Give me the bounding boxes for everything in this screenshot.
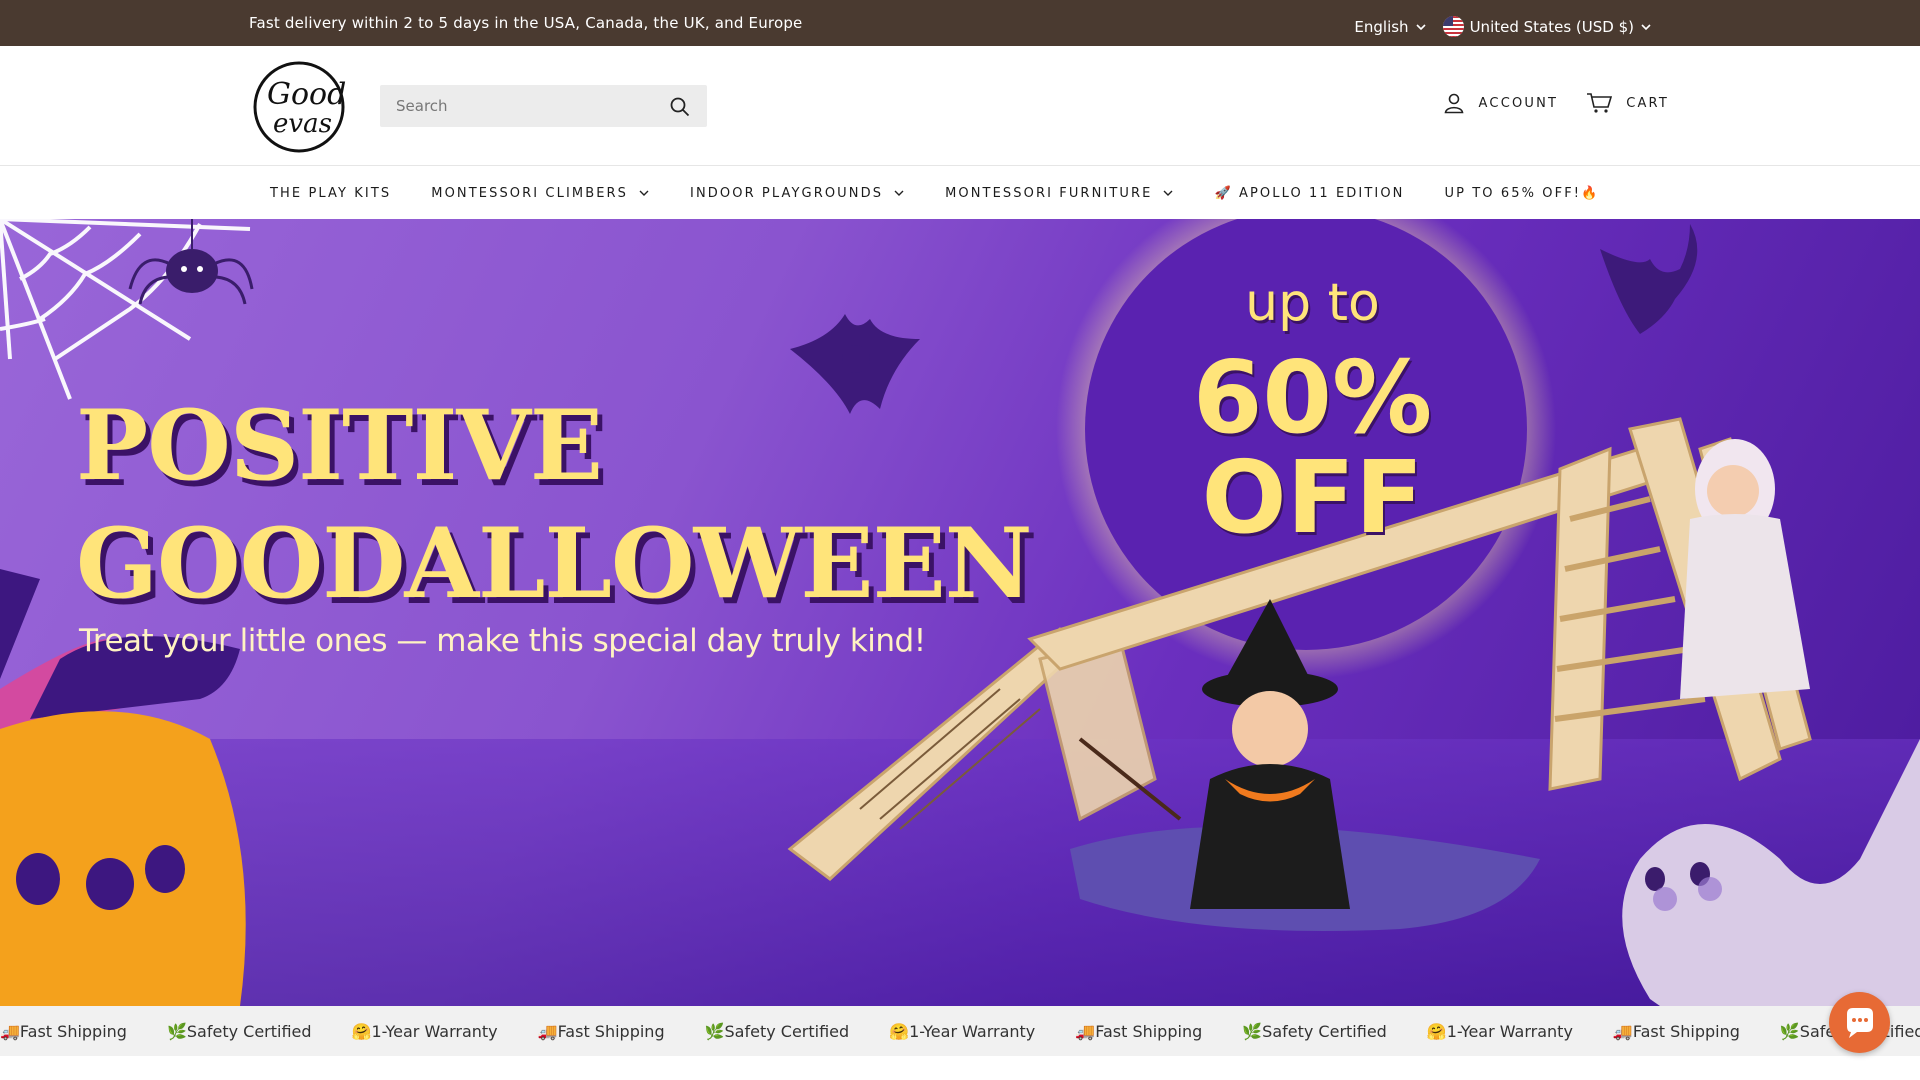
- feature-item: 🌿Safety Certified: [1242, 1021, 1387, 1041]
- feature-item: 🌿Safety Certified: [166, 1021, 312, 1041]
- chevron-down-icon: [1641, 23, 1651, 30]
- chevron-down-icon: [1416, 23, 1426, 30]
- main-nav: THE PLAY KITS MONTESSORI CLIMBERS INDOOR…: [0, 167, 1920, 219]
- hero-banner[interactable]: POSITIVE GOODALLOWEEN Treat your little …: [0, 219, 1920, 1006]
- feature-item: 🚚Fast Shipping: [537, 1021, 665, 1041]
- discount-badge-line-3: OFF: [1201, 439, 1424, 556]
- nav-item-label: UP TO 65% OFF!🔥: [1444, 185, 1600, 201]
- feature-item: 🚚Fast Shipping: [1075, 1021, 1203, 1041]
- nav-item-label: THE PLAY KITS: [270, 185, 392, 201]
- discount-badge-line-1: up to: [1245, 273, 1380, 333]
- account-link[interactable]: ACCOUNT: [1443, 92, 1559, 114]
- country-selector[interactable]: United States (USD $): [1442, 16, 1652, 37]
- site-header: Good evas ACCOUNT CART: [0, 46, 1920, 166]
- svg-text:Good: Good: [267, 77, 346, 112]
- chat-icon: [1847, 1008, 1873, 1038]
- hero-title-line-2: GOODALLOWEEN: [76, 507, 1033, 620]
- us-flag-icon: [1442, 16, 1464, 37]
- svg-text:evas: evas: [273, 109, 332, 139]
- chat-widget-button[interactable]: [1829, 992, 1890, 1053]
- search-icon[interactable]: [669, 96, 691, 118]
- country-label: United States (USD $): [1469, 17, 1634, 36]
- nav-item-label: MONTESSORI CLIMBERS: [431, 185, 629, 201]
- bat-illustration: [1600, 224, 1698, 334]
- header-actions: ACCOUNT CART: [1443, 92, 1669, 114]
- chevron-down-icon: [1163, 190, 1173, 196]
- floor-shadow: [0, 739, 1920, 1006]
- feature-item: 🚚Fast Shipping: [1612, 1021, 1740, 1041]
- nav-item-label: 🚀 APOLLO 11 EDITION: [1214, 185, 1405, 201]
- nav-item-label: INDOOR PLAYGROUNDS: [690, 185, 884, 201]
- chevron-down-icon: [639, 190, 649, 196]
- feature-item: 🚚Fast Shipping: [0, 1021, 127, 1041]
- feature-item: 🌿Safety Certified: [704, 1021, 850, 1041]
- cart-icon: [1587, 93, 1613, 113]
- feature-item: 🤗1-Year Warranty: [351, 1021, 498, 1041]
- cart-link[interactable]: CART: [1586, 92, 1669, 114]
- nav-item-montessori-furniture[interactable]: MONTESSORI FURNITURE: [945, 186, 1174, 201]
- locale-selectors: English United States (USD $): [1354, 16, 1652, 37]
- feature-item: 🤗1-Year Warranty: [1426, 1021, 1573, 1041]
- hero-subtitle: Treat your little ones — make this speci…: [79, 623, 926, 659]
- nav-item-label: MONTESSORI FURNITURE: [945, 185, 1153, 201]
- hero-title-line-1: POSITIVE: [76, 389, 603, 502]
- spider-web-illustration: [0, 219, 251, 400]
- brand-logo[interactable]: Good evas: [251, 60, 347, 154]
- chevron-down-icon: [894, 190, 904, 196]
- nav-item-play-kits[interactable]: THE PLAY KITS: [270, 186, 391, 201]
- baby-ghost-costume-illustration: [1680, 439, 1810, 699]
- language-selector[interactable]: English: [1354, 18, 1426, 36]
- search-bar: [380, 85, 707, 127]
- nav-item-sale[interactable]: UP TO 65% OFF!🔥: [1444, 186, 1599, 201]
- features-marquee: 🚚Fast Shipping 🌿Safety Certified 🤗1-Year…: [0, 1006, 1920, 1056]
- cart-label: CART: [1626, 95, 1669, 111]
- language-label: English: [1354, 17, 1409, 36]
- account-icon: [1444, 93, 1463, 114]
- feature-item: 🤗1-Year Warranty: [889, 1021, 1036, 1041]
- announcement-bar: Fast delivery within 2 to 5 days in the …: [0, 0, 1920, 46]
- nav-item-montessori-climbers[interactable]: MONTESSORI CLIMBERS: [431, 186, 650, 201]
- account-label: ACCOUNT: [1478, 95, 1559, 111]
- search-input[interactable]: [380, 97, 650, 115]
- nav-item-apollo-11[interactable]: 🚀 APOLLO 11 EDITION: [1214, 186, 1404, 201]
- announcement-text: Fast delivery within 2 to 5 days in the …: [249, 14, 803, 32]
- nav-item-indoor-playgrounds[interactable]: INDOOR PLAYGROUNDS: [690, 186, 905, 201]
